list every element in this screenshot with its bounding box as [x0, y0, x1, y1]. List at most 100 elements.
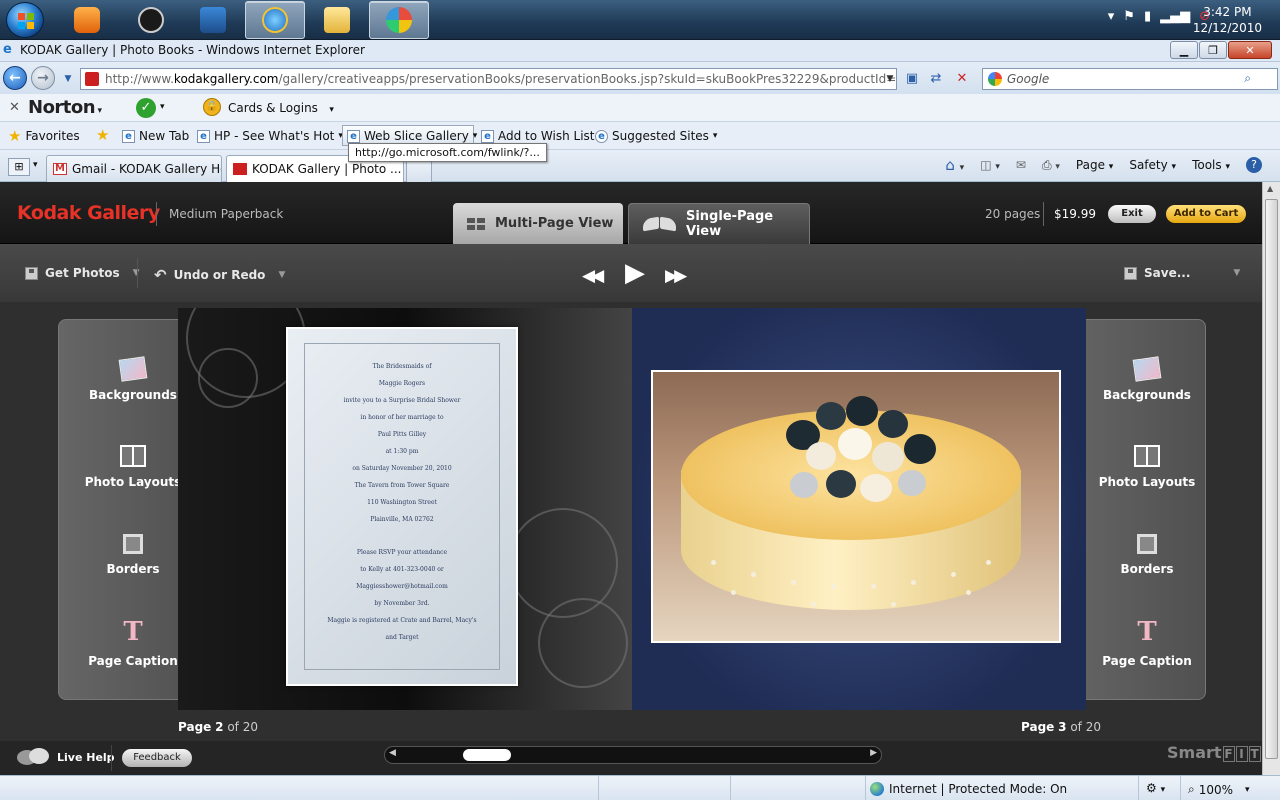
tray-expand-icon[interactable]: ▾	[1108, 9, 1115, 24]
signal-icon[interactable]: ▂▄▆	[1160, 9, 1190, 24]
taskbar-app[interactable]	[183, 1, 243, 39]
check-dropdown-icon[interactable]: ▾	[160, 102, 165, 112]
page-caption-tool-left[interactable]: T Page Caption	[73, 618, 193, 668]
page-total: of 20	[1070, 720, 1101, 734]
home-icon[interactable]: ⌂ ▾	[945, 156, 964, 174]
backgrounds-tool-left[interactable]: Backgrounds	[73, 356, 193, 402]
feedback-button[interactable]: Feedback	[122, 749, 192, 767]
back-arrow-icon[interactable]: ←	[3, 66, 27, 90]
page-3[interactable]	[632, 308, 1086, 710]
icing-dot	[731, 590, 736, 595]
restore-icon[interactable]: ❐	[1199, 41, 1227, 59]
tab-list-dropdown-icon[interactable]: ▾	[33, 160, 38, 170]
taskbar-media-player[interactable]	[57, 1, 117, 39]
action-center-flag-icon[interactable]: ⚑	[1123, 9, 1135, 24]
stop-icon[interactable]: ✕	[952, 69, 972, 89]
forward-arrow-icon[interactable]: →	[31, 66, 55, 90]
address-dropdown-icon[interactable]: ▼	[880, 69, 900, 89]
product-name: Medium Paperback	[169, 207, 284, 221]
slider-thumb[interactable]	[463, 749, 511, 761]
print-icon[interactable]: ⎙ ▾	[1042, 158, 1060, 173]
safety-menu[interactable]: Safety ▾	[1129, 158, 1176, 172]
address-bar[interactable]: http://www. kodakgallery.com/gallery/crea…	[80, 68, 897, 90]
kodak-gallery-logo[interactable]: Kodak Gallery	[17, 202, 160, 224]
vertical-scrollbar[interactable]: ▲	[1262, 182, 1280, 775]
history-dropdown-icon[interactable]: ▼	[58, 69, 78, 89]
taskbar-internet-explorer[interactable]	[245, 1, 305, 39]
tab-single-page-view[interactable]: Single-Page View	[628, 203, 810, 244]
page-number: 2	[215, 720, 224, 734]
undo-redo-button[interactable]: ↶ Undo or Redo ▼	[154, 266, 285, 284]
system-clock[interactable]: 3:42 PM 12/12/2010	[1193, 4, 1262, 36]
dark-rose	[826, 470, 856, 498]
cake-photo[interactable]	[651, 370, 1061, 643]
slider-left-arrow-icon[interactable]: ◀	[389, 748, 396, 758]
backgrounds-label: Backgrounds	[89, 388, 177, 402]
tab-gmail[interactable]: M Gmail - KODAK Gallery Ho...	[46, 155, 222, 182]
fav-web-slice-gallery[interactable]: e Web Slice Gallery ▾	[347, 129, 477, 143]
page-navigation-slider[interactable]: ◀ ▶	[384, 746, 882, 764]
invitation-photo[interactable]: The Bridesmaids of Maggie Rogers invite …	[286, 327, 518, 686]
taskbar-hp[interactable]	[121, 1, 181, 39]
security-zone[interactable]: Internet | Protected Mode: On	[870, 782, 1067, 796]
play-icon[interactable]: ▶	[625, 258, 645, 288]
zoom-control[interactable]: ⌕ 100% ▾	[1188, 782, 1250, 797]
kodak-favicon-icon	[233, 163, 247, 175]
cards-logins-menu[interactable]: Cards & Logins ▾	[228, 101, 334, 115]
single-page-label: Single-Page View	[685, 209, 774, 239]
scroll-up-icon[interactable]: ▲	[1267, 184, 1273, 193]
refresh-icon[interactable]: ⇄	[926, 69, 946, 89]
fav-wish-list[interactable]: e Add to Wish List	[481, 129, 595, 143]
close-toolbar-icon[interactable]: ✕	[9, 100, 20, 115]
page-menu[interactable]: Page ▾	[1076, 158, 1113, 172]
mail-icon[interactable]: ✉	[1016, 158, 1026, 172]
add-favorite-button[interactable]: ★	[96, 128, 109, 143]
app-toolbar: Get Photos ▼ ↶ Undo or Redo ▼ ◀◀ ▶ ▶▶ Sa…	[0, 244, 1262, 302]
search-input[interactable]: Google ⌕	[982, 68, 1278, 90]
minimize-icon[interactable]: ▁	[1170, 41, 1198, 59]
tools-menu[interactable]: Tools ▾	[1192, 158, 1230, 172]
backgrounds-tool-right[interactable]: Backgrounds	[1087, 356, 1207, 402]
quick-tabs-icon[interactable]: ⊞	[8, 158, 30, 176]
fav-suggested-sites[interactable]: e Suggested Sites ▾	[595, 129, 717, 143]
next-page-icon[interactable]: ▶▶	[665, 266, 687, 286]
add-to-cart-button[interactable]: Add to Cart	[1166, 205, 1246, 223]
status-divider	[865, 776, 866, 800]
fav-hp[interactable]: e HP - See What's Hot ▾	[197, 129, 343, 143]
search-icon[interactable]: ⌕	[1244, 71, 1251, 86]
ie-page-icon: e	[197, 129, 210, 143]
get-photos-button[interactable]: Get Photos ▼	[25, 266, 140, 280]
page-2[interactable]: The Bridesmaids of Maggie Rogers invite …	[178, 308, 632, 710]
borders-tool-right[interactable]: Borders	[1087, 534, 1207, 576]
page-caption-tool-right[interactable]: T Page Caption	[1087, 618, 1207, 668]
compatibility-view-icon[interactable]: ▣	[902, 69, 922, 89]
save-button[interactable]: Save... ▼	[1124, 266, 1240, 280]
dark-rose	[878, 410, 908, 438]
fav-web-slice-label: Web Slice Gallery	[364, 129, 469, 143]
taskbar-explorer[interactable]	[307, 1, 367, 39]
photo-layouts-tool-right[interactable]: Photo Layouts	[1087, 445, 1207, 489]
norton-menu[interactable]: Norton ▾	[28, 97, 102, 118]
fav-new-tab[interactable]: e New Tab	[122, 129, 189, 143]
help-icon[interactable]: ?	[1246, 157, 1262, 173]
taskbar-paint[interactable]	[369, 1, 429, 39]
start-button[interactable]	[6, 2, 44, 38]
privacy-icon[interactable]: ⚙ ▾	[1146, 781, 1165, 795]
invite-line: Paul Pitts Gilley	[377, 431, 427, 438]
borders-tool-left[interactable]: Borders	[73, 534, 193, 576]
ie-page-icon: e	[595, 129, 608, 143]
previous-page-icon[interactable]: ◀◀	[582, 266, 604, 286]
slider-right-arrow-icon[interactable]: ▶	[870, 748, 877, 758]
battery-icon[interactable]: ▮	[1144, 9, 1151, 24]
tab-multi-page-view[interactable]: Multi-Page View	[453, 203, 623, 244]
photo-layouts-tool-left[interactable]: Photo Layouts	[73, 445, 193, 489]
scrollbar-thumb[interactable]	[1265, 199, 1278, 759]
live-help-button[interactable]: Live Help	[17, 748, 115, 766]
favorites-bar: ★ Favorites ★ e New Tab e HP - See What's H…	[0, 122, 1280, 150]
exit-button[interactable]: Exit	[1108, 205, 1156, 223]
icing-dot	[911, 580, 916, 585]
favorites-button[interactable]: ★ Favorites	[8, 129, 80, 144]
close-window-icon[interactable]: ✕	[1228, 41, 1272, 59]
feeds-icon[interactable]: ◫ ▾	[980, 158, 1000, 172]
check-icon[interactable]: ✓	[136, 98, 156, 118]
